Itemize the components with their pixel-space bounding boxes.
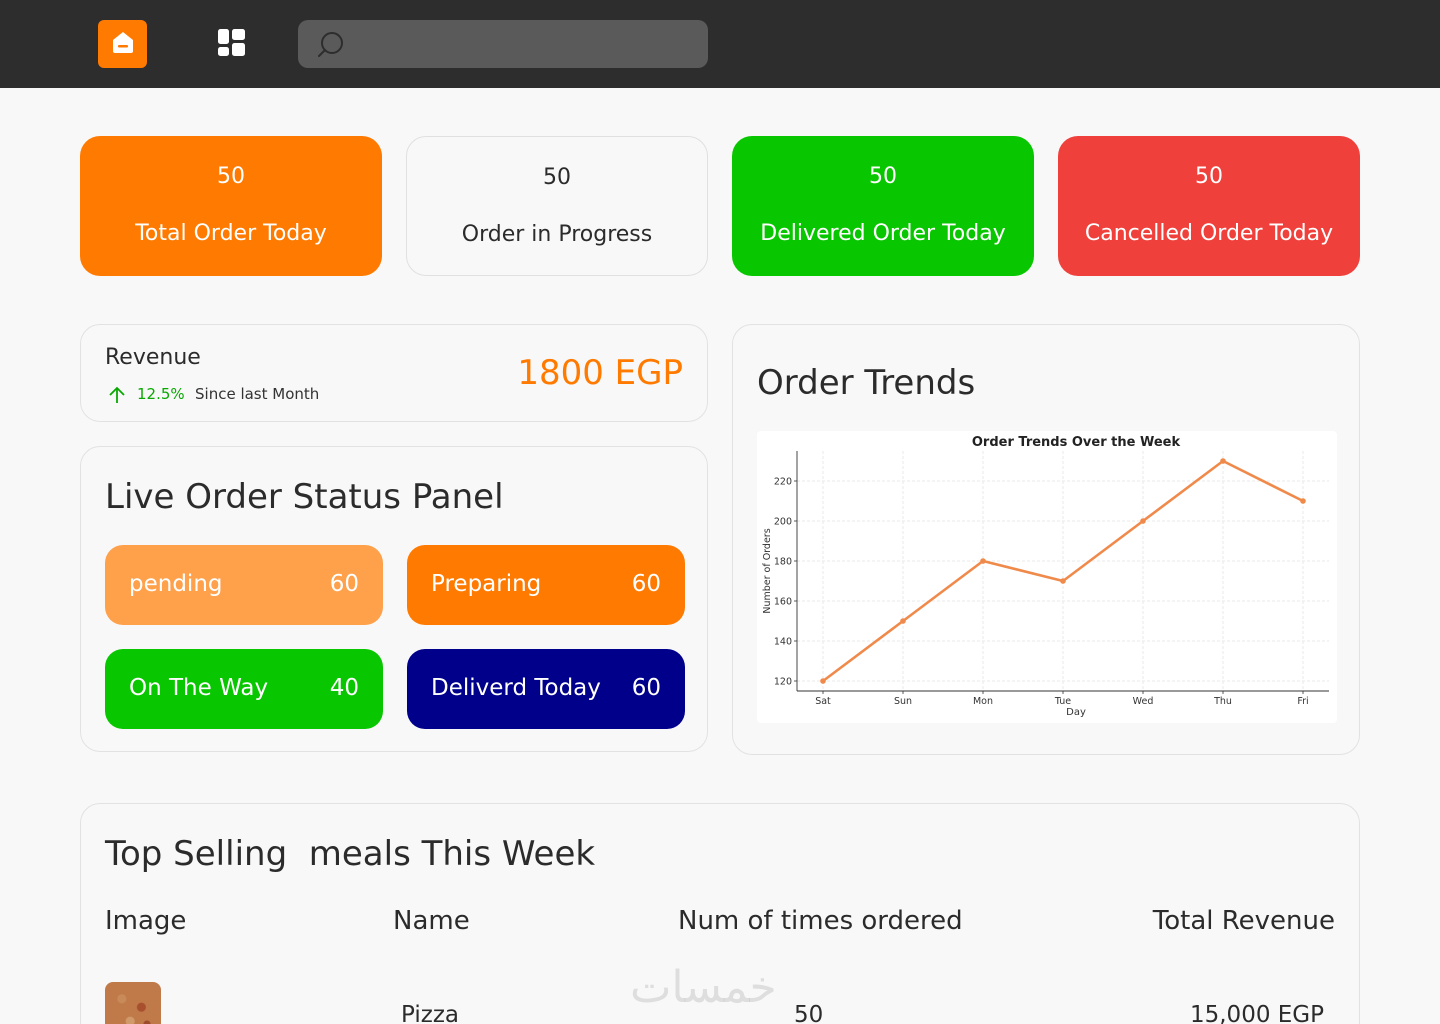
x-tick-label: Fri <box>1297 696 1308 707</box>
top-navbar <box>0 0 1440 88</box>
status-count: 60 <box>631 675 661 701</box>
y-tick-label: 140 <box>774 637 792 648</box>
y-tick-label: 160 <box>774 597 792 608</box>
dashboard-grid-icon <box>218 28 245 61</box>
status-preparing[interactable]: Preparing 60 <box>407 545 685 625</box>
stat-value: 50 <box>1195 164 1223 189</box>
status-label: On The Way <box>129 675 269 701</box>
home-button[interactable] <box>98 20 147 68</box>
panel-title: Live Order Status Panel <box>105 477 504 517</box>
revenue-title: Revenue <box>105 345 201 370</box>
y-tick-label: 180 <box>774 557 792 568</box>
y-tick-label: 200 <box>774 517 792 528</box>
x-tick-label: Sat <box>815 696 831 707</box>
top-selling-title: Top Selling meals This Week <box>105 834 596 874</box>
stat-label: Total Order Today <box>135 221 327 246</box>
revenue-since: Since last Month <box>195 385 320 403</box>
home-icon <box>110 29 136 60</box>
x-tick-label: Thu <box>1213 696 1232 707</box>
status-delivered-today[interactable]: Deliverd Today 60 <box>407 649 685 729</box>
status-label: Preparing <box>431 571 542 597</box>
meal-order-count: 50 <box>794 1002 824 1024</box>
trends-title: Order Trends <box>757 363 976 403</box>
chart-title: Order Trends Over the Week <box>972 435 1181 450</box>
column-header-name: Name <box>393 906 470 936</box>
x-tick-label: Tue <box>1054 696 1071 707</box>
search-input[interactable] <box>354 20 694 68</box>
y-tick-label: 120 <box>774 677 792 688</box>
stat-card-cancelled[interactable]: 50 Cancelled Order Today <box>1058 136 1360 276</box>
stat-value: 50 <box>543 165 571 190</box>
revenue-change: 12.5% <box>137 385 185 403</box>
x-tick-label: Wed <box>1133 696 1154 707</box>
stat-value: 50 <box>217 164 245 189</box>
stat-card-total-orders[interactable]: 50 Total Order Today <box>80 136 382 276</box>
revenue-card: Revenue 12.5% Since last Month 1800 EGP <box>80 324 708 422</box>
x-axis-label: Day <box>1066 707 1086 718</box>
data-point <box>820 678 826 684</box>
live-order-status-panel: Live Order Status Panel pending 60 Prepa… <box>80 446 708 752</box>
search-icon <box>316 30 346 65</box>
stat-label: Order in Progress <box>461 222 653 247</box>
search-bar[interactable] <box>298 20 708 68</box>
status-count: 40 <box>329 675 359 701</box>
pizza-image <box>105 982 161 1024</box>
revenue-amount: 1800 EGP <box>517 353 683 393</box>
stat-card-in-progress[interactable]: 50 Order in Progress <box>406 136 708 276</box>
x-tick-label: Mon <box>973 696 993 707</box>
column-header-revenue: Total Revenue <box>1152 906 1335 936</box>
stat-card-delivered[interactable]: 50 Delivered Order Today <box>732 136 1034 276</box>
data-point <box>1140 518 1146 524</box>
x-tick-label: Sun <box>894 696 912 707</box>
status-label: pending <box>129 571 223 597</box>
stat-value: 50 <box>869 164 897 189</box>
data-point <box>1220 458 1226 464</box>
status-count: 60 <box>329 571 359 597</box>
column-header-image: Image <box>105 906 187 936</box>
stat-label: Cancelled Order Today <box>1084 221 1334 246</box>
dashboard-button[interactable] <box>218 28 245 61</box>
data-point <box>1060 578 1066 584</box>
order-trends-card: Order Trends Order Trends Over the Week 1… <box>732 324 1360 755</box>
watermark: خمسات <box>630 962 777 1013</box>
data-point <box>1300 498 1306 504</box>
meal-name: Pizza <box>401 1002 459 1024</box>
stat-label: Delivered Order Today <box>760 221 1006 246</box>
data-point <box>900 618 906 624</box>
line-chart: Order Trends Over the Week 120 140 160 180 20… <box>762 435 1329 718</box>
meal-revenue: 15,000 EGP <box>1189 1002 1324 1024</box>
status-label: Deliverd Today <box>431 675 601 701</box>
column-header-count: Num of times ordered <box>678 906 963 936</box>
arrow-up-icon <box>107 385 127 410</box>
status-pending[interactable]: pending 60 <box>105 545 383 625</box>
status-count: 60 <box>631 571 661 597</box>
order-trends-chart: Order Trends Over the Week 120 140 160 180 20… <box>757 431 1337 723</box>
data-point <box>980 558 986 564</box>
status-on-the-way[interactable]: On The Way 40 <box>105 649 383 729</box>
y-axis-label: Number of Orders <box>762 528 773 613</box>
y-tick-label: 220 <box>774 477 792 488</box>
